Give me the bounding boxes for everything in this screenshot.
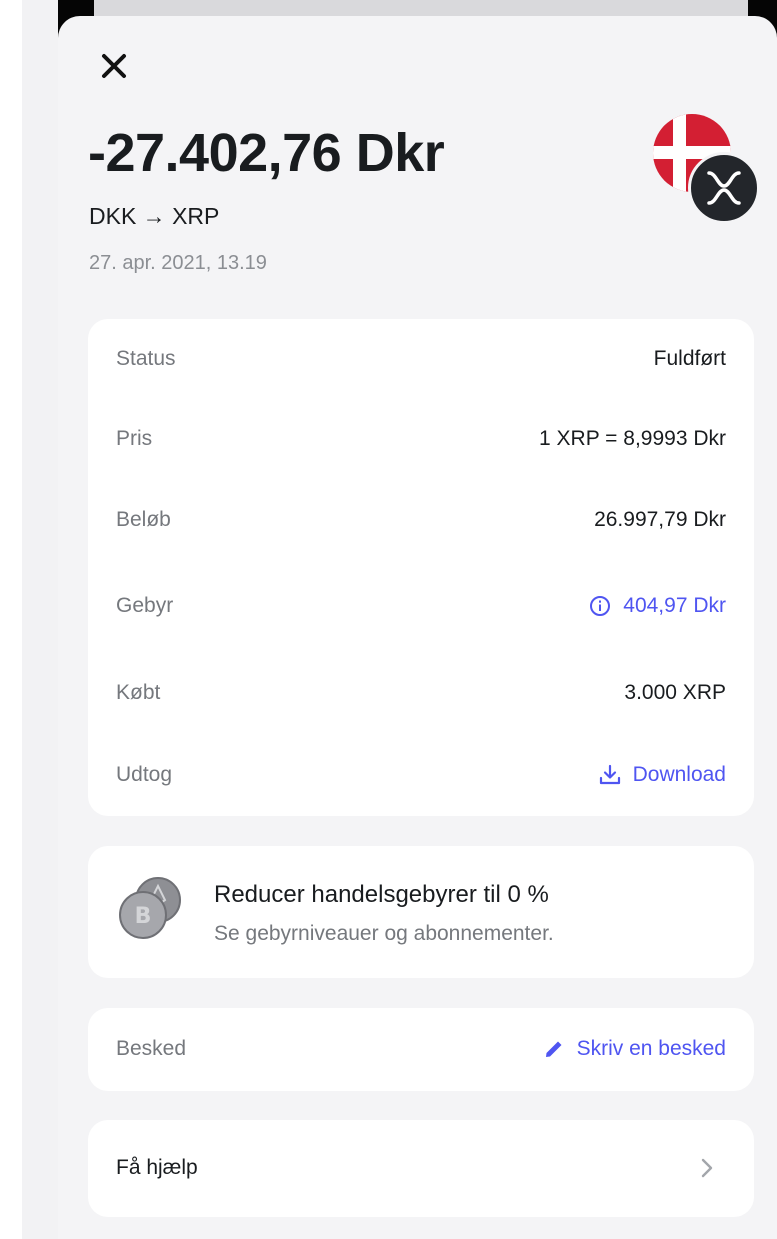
detail-label: Status xyxy=(116,347,176,370)
close-icon xyxy=(102,54,126,78)
detail-value: 26.997,79 Dkr xyxy=(594,508,726,531)
detail-row-status: Status Fuldført xyxy=(88,339,754,379)
promo-title: Reducer handelsgebyrer til 0 % xyxy=(214,881,549,908)
transaction-amount: -27.402,76 Dkr xyxy=(88,123,445,183)
note-row: Besked Skriv en besked xyxy=(88,1029,754,1069)
svg-text:B: B xyxy=(135,904,152,929)
close-button[interactable] xyxy=(100,48,132,84)
download-label: Download xyxy=(632,763,726,786)
currency-pair: DKK → XRP xyxy=(89,203,220,229)
fee-value: 404,97 Dkr xyxy=(623,594,726,617)
get-help-button[interactable]: Få hjælp xyxy=(88,1120,754,1217)
info-icon xyxy=(590,596,611,616)
write-note-button[interactable]: Skriv en besked xyxy=(543,1037,726,1061)
crypto-coins-icon: B xyxy=(116,872,186,942)
detail-label: Udtog xyxy=(116,763,173,786)
download-icon xyxy=(599,764,620,785)
background-strip xyxy=(22,0,58,1239)
details-card: Status Fuldført Pris 1 XRP = 8,9993 Dkr … xyxy=(88,319,754,816)
detail-label: Pris xyxy=(116,427,153,450)
download-button[interactable]: Download xyxy=(599,763,726,787)
pencil-icon xyxy=(545,1041,562,1057)
detail-label: Beløb xyxy=(116,508,171,531)
xrp-icon xyxy=(688,152,760,224)
detail-row-price: Pris 1 XRP = 8,9993 Dkr xyxy=(88,419,754,459)
write-note-label: Skriv en besked xyxy=(576,1037,726,1060)
asset-avatar xyxy=(650,110,760,225)
fee-promo-card[interactable]: B Reducer handelsgebyrer til 0 % Se geby… xyxy=(88,846,754,978)
detail-value: Fuldført xyxy=(653,347,726,370)
help-label: Få hjælp xyxy=(116,1156,198,1179)
detail-label: Købt xyxy=(116,681,161,704)
note-label: Besked xyxy=(116,1037,187,1060)
transaction-date: 27. apr. 2021, 13.19 xyxy=(89,252,267,274)
detail-value: 3.000 XRP xyxy=(624,681,726,704)
promo-subtitle: Se gebyrniveauer og abonnementer. xyxy=(214,922,554,945)
fee-link[interactable]: 404,97 Dkr xyxy=(589,594,726,618)
detail-row-statement: Udtog Download xyxy=(88,755,754,795)
detail-row-fee[interactable]: Gebyr 404,97 Dkr xyxy=(88,586,754,626)
detail-row-bought: Købt 3.000 XRP xyxy=(88,673,754,713)
chevron-right-icon xyxy=(701,1158,713,1178)
detail-row-amount: Beløb 26.997,79 Dkr xyxy=(88,500,754,540)
detail-value: 1 XRP = 8,9993 Dkr xyxy=(539,427,726,450)
detail-label: Gebyr xyxy=(116,594,174,617)
note-card: Besked Skriv en besked xyxy=(88,1008,754,1091)
